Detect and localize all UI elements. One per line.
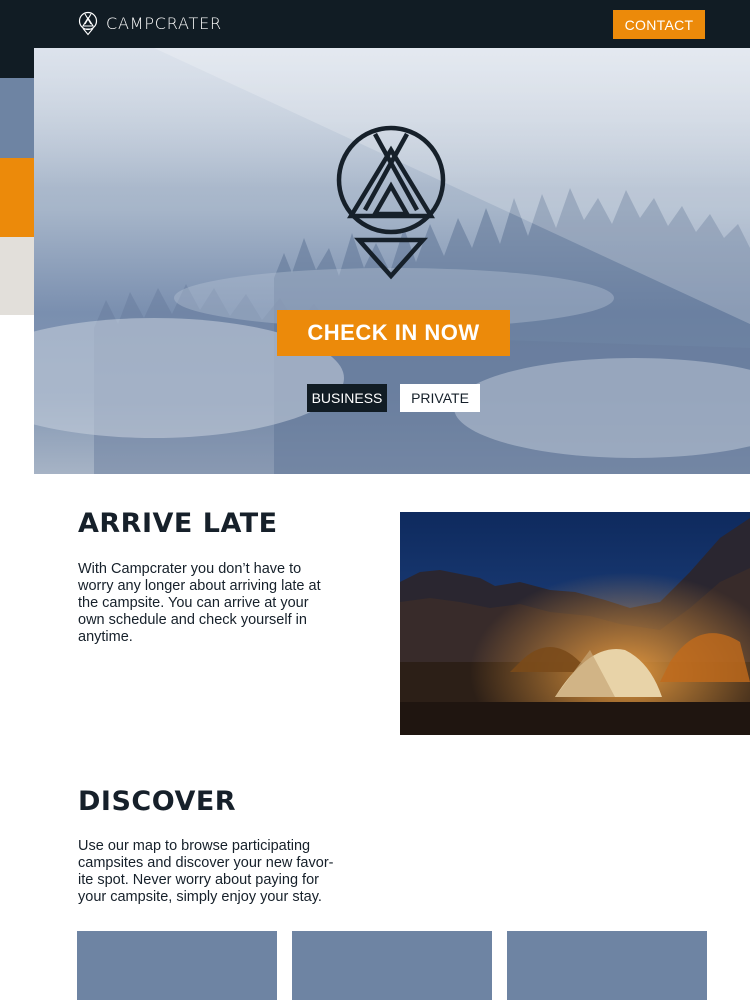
brand-name: CAMPCRATER	[106, 14, 222, 33]
private-mode-button[interactable]: PRIVATE	[400, 384, 480, 412]
text-line: Use our map to browse participating	[78, 838, 311, 854]
campsite-card[interactable]	[77, 931, 277, 1000]
text-line: worry any longer about arriving late at	[78, 578, 321, 594]
text-line: own schedule and check yourself in	[78, 612, 307, 628]
text-line: the campsite. You can arrive at your	[78, 595, 309, 611]
text-line: With Campcrater you don’t have to	[78, 561, 302, 577]
color-swatch-orange	[0, 158, 34, 237]
text-line: your campsite, simply enjoy your stay.	[78, 889, 322, 905]
text-line: campsites and discover your new favor-	[78, 855, 334, 871]
night-tent-photo	[400, 512, 750, 735]
text-line: anytime.	[78, 629, 133, 645]
text-line: ite spot. Never worry about paying for	[78, 872, 319, 888]
campsite-card[interactable]	[507, 931, 707, 1000]
navbar-extension	[0, 48, 34, 78]
discover-text: Use our map to browse participating camp…	[78, 838, 373, 906]
contact-button[interactable]: CONTACT	[613, 10, 705, 39]
arrive-late-text: With Campcrater you don’t have to worry …	[78, 561, 368, 646]
brand-home-link[interactable]: CAMPCRATER	[78, 11, 222, 36]
color-swatch-slate	[0, 78, 34, 158]
arrive-late-heading: ARRIVE LATE	[78, 508, 278, 539]
hero-banner: CHECK IN NOW BUSINESS PRIVATE	[34, 48, 750, 474]
check-in-button[interactable]: CHECK IN NOW	[277, 310, 510, 356]
color-swatch-sand	[0, 237, 34, 315]
campsite-card[interactable]	[292, 931, 492, 1000]
campcrater-logo	[78, 11, 98, 36]
discover-heading: DISCOVER	[78, 786, 237, 817]
business-mode-button[interactable]: BUSINESS	[307, 384, 387, 412]
tent-pin-icon	[336, 125, 446, 280]
